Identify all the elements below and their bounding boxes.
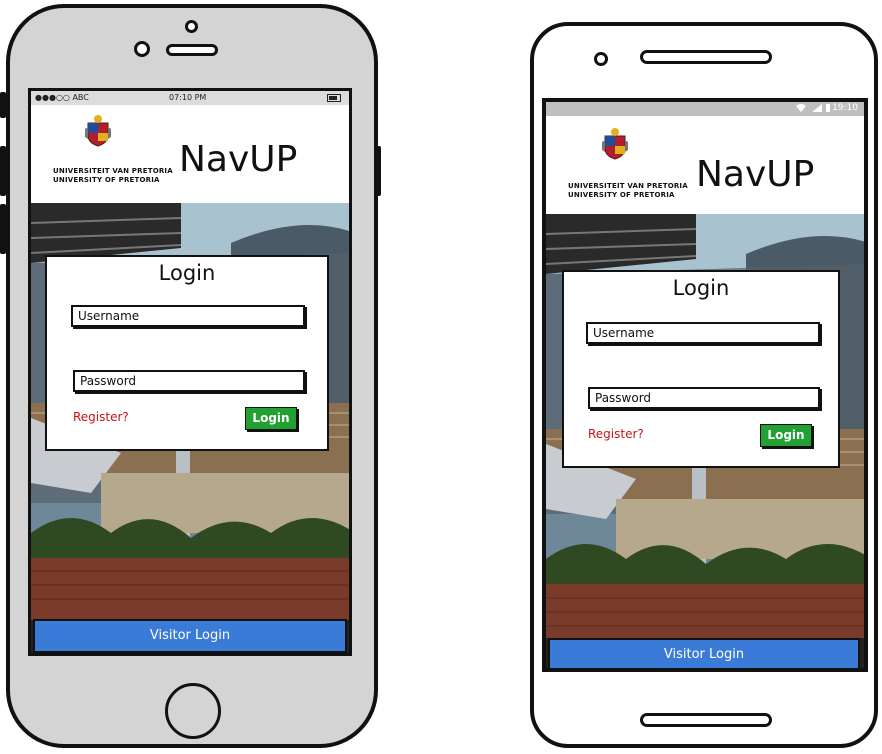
username-input[interactable]: Username [586,322,820,344]
visitor-login-button[interactable]: Visitor Login [33,619,347,653]
signal-icon [812,104,822,114]
password-input[interactable]: Password [588,387,820,409]
app-header: UNIVERSITEIT VAN PRETORIA UNIVERSITY OF … [31,105,349,203]
app-title: NavUP [696,154,815,195]
earpiece-speaker [640,50,772,64]
front-camera [594,52,608,66]
wifi-icon [796,104,806,114]
home-button[interactable] [165,683,221,739]
username-input[interactable]: Username [71,305,305,327]
visitor-login-button[interactable]: Visitor Login [548,638,860,668]
iphone-screen: ●●●○○ ABC 07:10 PM UNIVERSITEIT VAN PRET… [28,88,352,656]
login-title: Login [672,276,730,300]
front-sensor [185,20,198,33]
login-button[interactable]: Login [760,424,812,447]
status-time: 07:10 PM [169,93,207,102]
android-screen: 19:10 UNIVERSITEIT VAN PRETORIA UNIVERSI… [542,98,868,672]
university-name-english: UNIVERSITY OF PRETORIA [53,176,160,184]
carrier-signal: ●●●○○ ABC [35,93,89,102]
app-header: UNIVERSITEIT VAN PRETORIA UNIVERSITY OF … [546,116,864,214]
mute-switch [0,92,6,118]
volume-up-button [0,146,6,196]
university-name: UNIVERSITEIT VAN PRETORIA UNIVERSITY OF … [568,182,688,200]
university-crest-icon [85,115,111,147]
power-button [375,146,381,196]
front-camera [134,41,150,57]
home-bar[interactable] [640,713,772,727]
status-bar: ●●●○○ ABC 07:10 PM [31,91,349,105]
university-crest-icon [602,128,628,160]
university-name: UNIVERSITEIT VAN PRETORIA UNIVERSITY OF … [53,167,173,185]
battery-icon [826,104,830,112]
battery-icon [327,94,341,102]
university-name-afrikaans: UNIVERSITEIT VAN PRETORIA [53,167,173,175]
university-name-afrikaans: UNIVERSITEIT VAN PRETORIA [568,182,688,190]
register-link[interactable]: Register? [73,410,129,424]
login-card: Login Username Password Register? Login [562,270,840,468]
login-card: Login Username Password Register? Login [45,255,329,451]
login-button[interactable]: Login [245,407,297,430]
login-title: Login [158,261,216,285]
app-title: NavUP [179,139,298,180]
earpiece-speaker [166,44,218,56]
university-name-english: UNIVERSITY OF PRETORIA [568,191,675,199]
status-time: 19:10 [832,103,858,113]
password-input[interactable]: Password [73,370,305,392]
volume-down-button [0,204,6,254]
status-bar: 19:10 [546,102,864,116]
register-link[interactable]: Register? [588,427,644,441]
